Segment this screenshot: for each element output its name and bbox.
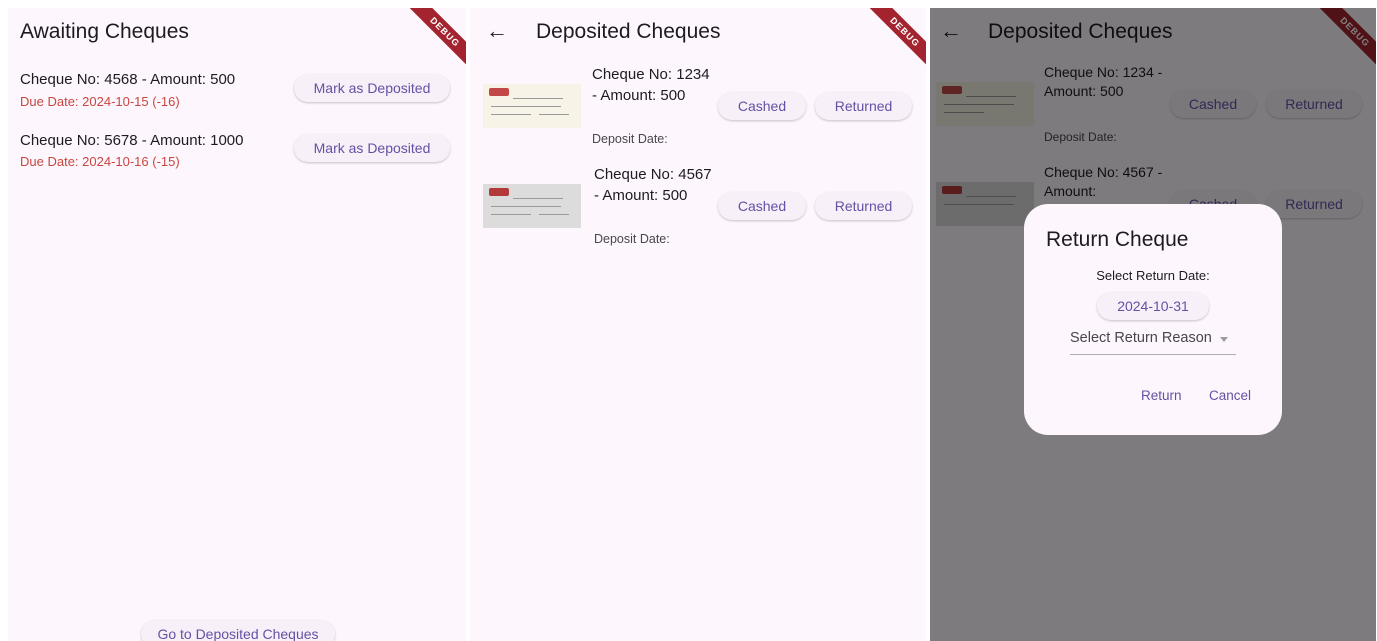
return-reason-placeholder: Select Return Reason — [1070, 330, 1212, 346]
awaiting-cheques-screen: DEBUG Awaiting Cheques Cheque No: 4568 -… — [8, 8, 466, 641]
cheque-label: Cheque No: 4567 - Amount: 500 — [594, 166, 712, 204]
cashed-button[interactable]: Cashed — [718, 92, 806, 120]
deposit-date: Deposit Date: — [592, 132, 668, 146]
deposited-cheques-screen: DEBUG ← Deposited Cheques Cheque No: 123… — [470, 8, 926, 641]
return-button[interactable]: Return — [1141, 388, 1182, 403]
returned-button[interactable]: Returned — [815, 92, 912, 120]
returned-button[interactable]: Returned — [815, 192, 912, 220]
go-to-deposited-cheques-button[interactable]: Go to Deposited Cheques — [141, 620, 335, 641]
dialog-title: Return Cheque — [1046, 228, 1189, 251]
deposit-date: Deposit Date: — [594, 232, 670, 246]
cashed-button[interactable]: Cashed — [718, 192, 806, 220]
page-title: Deposited Cheques — [536, 20, 721, 43]
return-date-button[interactable]: 2024-10-31 — [1097, 292, 1209, 320]
due-date: Due Date: 2024-10-16 (-15) — [20, 154, 180, 169]
debug-banner: DEBUG — [400, 8, 466, 77]
cheque-image — [483, 84, 581, 128]
cancel-button[interactable]: Cancel — [1209, 388, 1251, 403]
page-title: Awaiting Cheques — [20, 20, 189, 43]
cheque-label: Cheque No: 1234 - Amount: 500 — [592, 66, 710, 104]
arrow-left-icon[interactable]: ← — [486, 18, 508, 44]
cheque-label: Cheque No: 5678 - Amount: 1000 — [20, 132, 244, 149]
cheque-image — [483, 184, 581, 228]
due-date: Due Date: 2024-10-15 (-16) — [20, 94, 180, 109]
return-date-label: Select Return Date: — [1096, 268, 1210, 283]
dropdown-arrow-icon — [1220, 337, 1228, 342]
debug-banner: DEBUG — [860, 8, 926, 77]
return-reason-dropdown[interactable]: Select Return Reason — [1070, 330, 1236, 355]
deposited-cheques-dialog-screen: DEBUG ← Deposited Cheques Cheque No: 123… — [930, 8, 1376, 641]
return-cheque-dialog: Return Cheque Select Return Date: 2024-1… — [1024, 204, 1282, 435]
mark-as-deposited-button[interactable]: Mark as Deposited — [294, 74, 450, 102]
mark-as-deposited-button[interactable]: Mark as Deposited — [294, 134, 450, 162]
cheque-label: Cheque No: 4568 - Amount: 500 — [20, 71, 236, 88]
